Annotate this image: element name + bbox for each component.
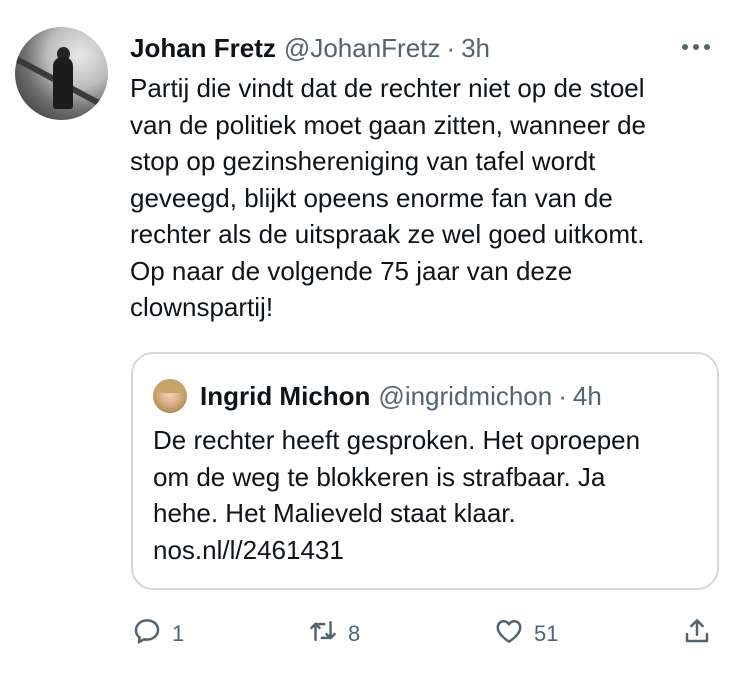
quoted-tweet-timestamp: 4h bbox=[572, 380, 602, 411]
retweet-button[interactable]: 8 bbox=[308, 612, 360, 656]
share-button[interactable] bbox=[682, 612, 712, 656]
quoted-author-avatar[interactable] bbox=[153, 379, 187, 413]
heart-icon bbox=[494, 616, 524, 652]
separator-dot: · bbox=[558, 380, 567, 411]
tweet-actions: 1 8 51 bbox=[0, 612, 750, 656]
tweet-timestamp[interactable]: 3h bbox=[461, 33, 490, 64]
quoted-tweet-text: De rechter heeft gesproken. Het oproepen… bbox=[153, 425, 641, 528]
author-avatar[interactable] bbox=[15, 27, 108, 120]
reply-button[interactable]: 1 bbox=[132, 612, 184, 656]
reply-count: 1 bbox=[172, 621, 185, 646]
quoted-author-name: Ingrid Michon bbox=[200, 380, 371, 411]
avatar-figure bbox=[53, 57, 73, 109]
avatar-hair bbox=[155, 379, 185, 393]
tweet-text: Partij die vindt dat de rechter niet op … bbox=[130, 73, 647, 322]
quoted-author-handle: @ingridmichon bbox=[378, 380, 553, 411]
more-dot bbox=[693, 44, 699, 50]
like-button[interactable]: 51 bbox=[494, 612, 558, 656]
share-icon bbox=[682, 616, 712, 652]
tweet-header: Johan Fretz @JohanFretz · 3h bbox=[130, 30, 490, 66]
more-dot bbox=[682, 44, 688, 50]
quoted-tweet-header: Ingrid Michon @ingridmichon · 4h bbox=[200, 378, 602, 414]
separator-dot: · bbox=[446, 32, 456, 63]
author-handle[interactable]: @JohanFretz bbox=[284, 33, 440, 64]
quoted-tweet-link[interactable]: nos.nl/l/2461431 bbox=[153, 532, 344, 569]
reply-icon bbox=[132, 616, 162, 652]
more-dot bbox=[704, 44, 710, 50]
more-dots-icon[interactable] bbox=[672, 36, 720, 58]
like-count: 51 bbox=[534, 621, 559, 646]
retweet-count: 8 bbox=[348, 621, 361, 646]
quoted-tweet[interactable]: Ingrid Michon @ingridmichon · 4h De rech… bbox=[131, 352, 719, 590]
retweet-icon bbox=[308, 616, 338, 652]
author-name[interactable]: Johan Fretz bbox=[130, 33, 276, 64]
